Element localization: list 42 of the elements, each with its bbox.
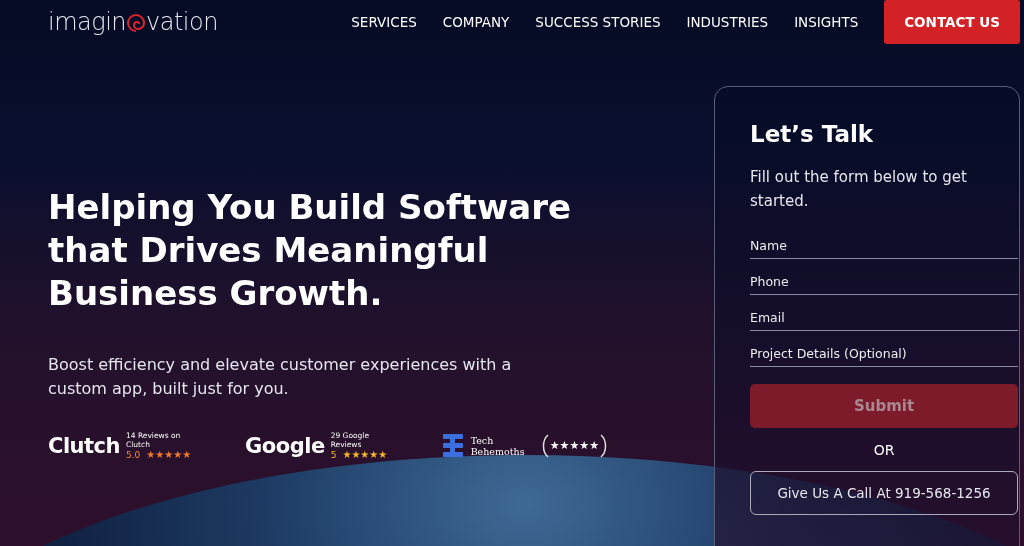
nav-link[interactable]: SERVICES (351, 14, 417, 30)
star-icon: ★ (351, 449, 361, 460)
laurel-icon (600, 432, 608, 459)
call-button[interactable]: Give Us A Call At 919-568-1256 (750, 471, 1018, 515)
hero-title: Helping You Build Software that Drives Meaningful Business Growth. (48, 186, 573, 315)
star-icon: ★ (182, 449, 192, 460)
input-field[interactable]: Email (750, 300, 1018, 331)
input-field[interactable]: Name (750, 228, 1018, 259)
hero-subtitle: Boost efficiency and elevate customer experiences with a custom app, built just for you. (48, 354, 513, 400)
nav-link[interactable]: SUCCESS STORIES (535, 14, 661, 30)
star-icon: ★ (342, 449, 352, 460)
nav-link[interactable]: INSIGHTS (794, 14, 859, 30)
star-icon: ★ (589, 439, 599, 452)
star-icon: ★ (155, 449, 165, 460)
swirl-icon (126, 11, 147, 33)
input-field[interactable]: Phone (750, 264, 1018, 295)
star-icon: ★ (164, 449, 174, 460)
rating-score: 5 (330, 449, 337, 460)
form-intro: Fill out the form below to get started. (750, 167, 968, 212)
form-title: Let’s Talk (750, 121, 875, 147)
star-icon: ★ (569, 439, 580, 452)
logo-text: vation (146, 8, 218, 36)
stacked-bars-icon (440, 432, 465, 459)
logo-text: imagin (48, 8, 127, 36)
laurel-icon (540, 432, 549, 459)
star-icon: ★ (173, 449, 183, 460)
nav-link[interactable]: INDUSTRIES (686, 14, 769, 30)
star-icon: ★ (378, 449, 388, 460)
contact-button[interactable]: CONTACT US (884, 0, 1020, 44)
separator-text: OR (872, 442, 896, 458)
star-icon: ★ (549, 439, 560, 452)
star-icon: ★ (146, 449, 156, 460)
star-icon: ★ (369, 449, 379, 460)
star-icon: ★ (579, 439, 590, 452)
rating-score: 5.0 (126, 449, 141, 460)
brand-logo: Google (245, 433, 325, 458)
nav-link[interactable]: COMPANY (442, 14, 510, 30)
star-icon: ★ (559, 439, 570, 452)
brand-logo: Clutch (48, 433, 120, 458)
star-icon: ★ (360, 449, 370, 460)
input-field[interactable]: Project Details (Optional) (750, 336, 1018, 367)
brand-logo: Tech Behemoths (470, 434, 526, 457)
